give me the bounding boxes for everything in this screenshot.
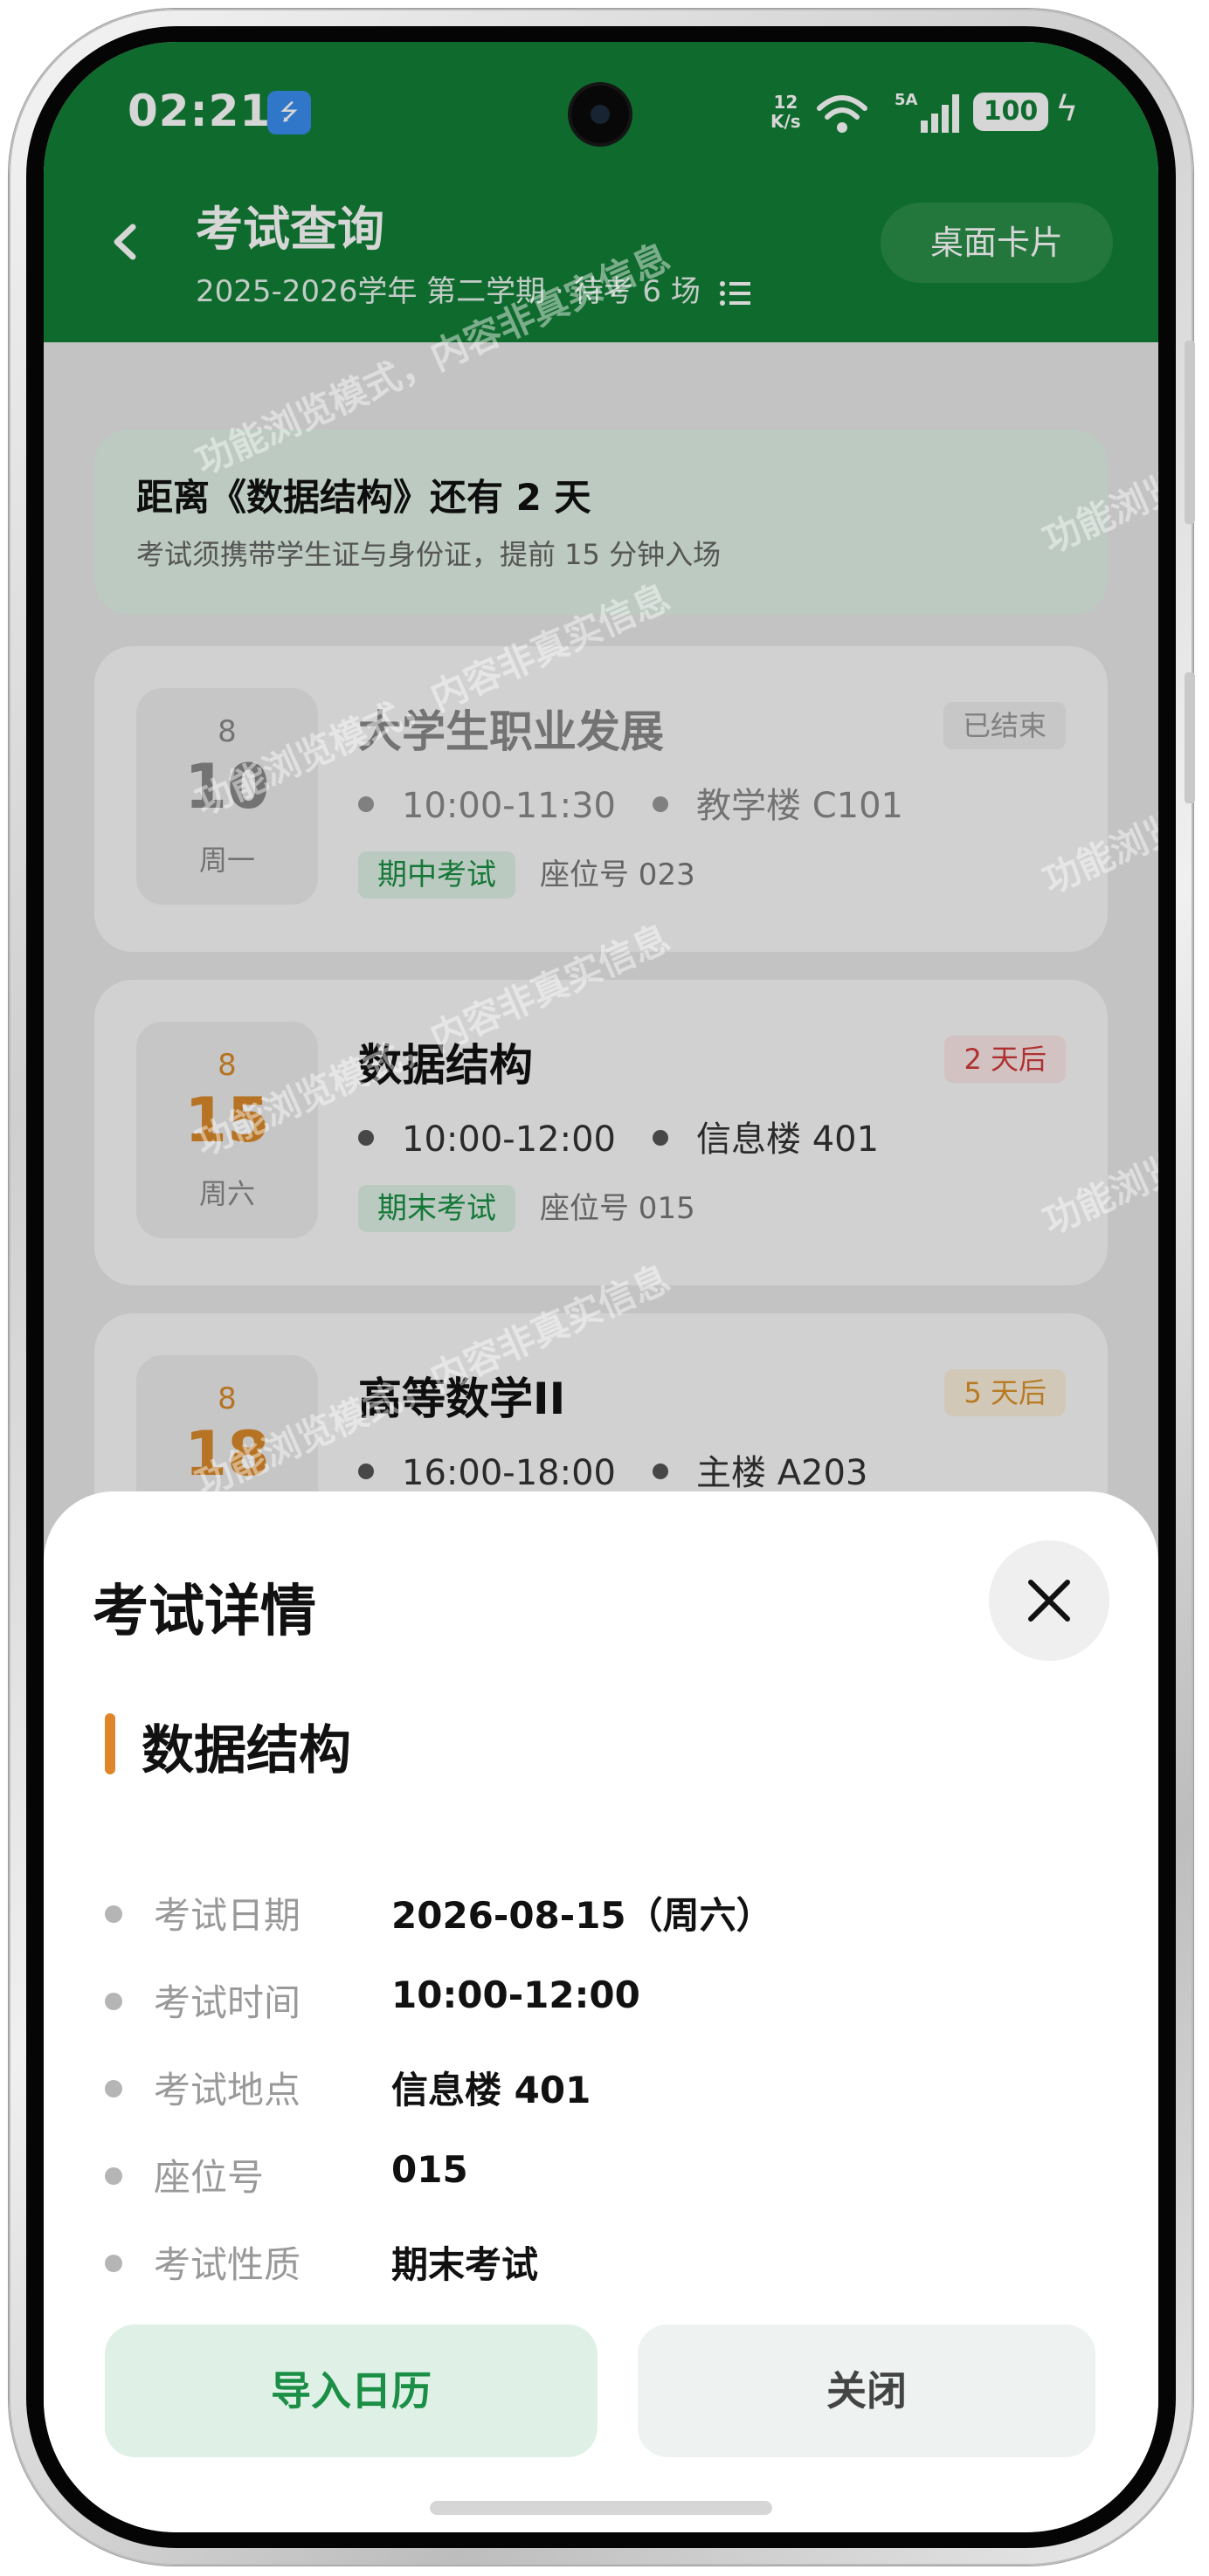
- detail-value: 期末考试: [391, 2243, 539, 2286]
- detail-value: 信息楼 401: [391, 2069, 591, 2111]
- power-button: [1185, 672, 1195, 803]
- detail-label: 考试日期: [154, 1894, 301, 1937]
- detail-value: 015: [391, 2148, 468, 2191]
- detail-label: 考试地点: [154, 2069, 301, 2111]
- course-accent-bar: [105, 1713, 115, 1774]
- close-icon[interactable]: [989, 1540, 1109, 1661]
- volume-button: [1185, 341, 1195, 524]
- sheet-title: 考试详情: [93, 1580, 316, 1644]
- detail-value: 2026-08-15（周六）: [391, 1894, 773, 1937]
- bullet-icon: [105, 2080, 122, 2097]
- modal-scrim[interactable]: [44, 42, 1158, 1659]
- detail-label: 考试性质: [154, 2243, 301, 2286]
- screen: 02:21 ⭍ 12 K/s 5A 100 ϟ 考试查询 2025-2026学年…: [44, 42, 1158, 2532]
- exam-detail-sheet: 考试详情 数据结构 考试日期 2026-08-15（周六） 考试时间 10:00…: [44, 1491, 1158, 2532]
- bullet-icon: [105, 1993, 122, 2010]
- bullet-icon: [105, 1905, 122, 1923]
- course-name: 数据结构: [142, 1720, 351, 1781]
- bullet-icon: [105, 2255, 122, 2272]
- detail-value: 10:00-12:00: [391, 1973, 640, 2016]
- detail-label: 座位号: [154, 2156, 265, 2199]
- bullet-icon: [105, 2167, 122, 2185]
- detail-label: 考试时间: [154, 1981, 301, 2024]
- close-button[interactable]: 关闭: [638, 2325, 1095, 2457]
- import-calendar-button[interactable]: 导入日历: [105, 2325, 598, 2457]
- home-indicator[interactable]: [430, 2501, 772, 2515]
